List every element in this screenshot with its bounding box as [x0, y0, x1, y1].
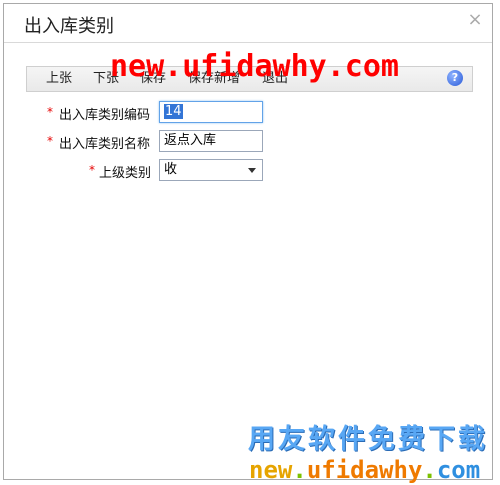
watermark-bottom-url: new.ufidawhy.com — [249, 456, 480, 484]
code-value: 14 — [164, 104, 183, 119]
watermark-url-part3: com — [436, 456, 481, 484]
watermark-url-dot2: . — [422, 456, 437, 484]
dialog-title: 出入库类别 — [24, 16, 114, 37]
name-label: 出入库类别名称 — [59, 137, 151, 152]
prev-button[interactable]: 上张 — [43, 69, 75, 89]
dialog-window: 出入库类别 × 上张 下张 保存 保存新增 退出 ? new.ufidawhy.… — [3, 3, 494, 484]
watermark-url-part1: new — [249, 456, 293, 484]
watermark-url-dot1: . — [292, 456, 307, 484]
close-icon[interactable]: × — [466, 11, 484, 29]
required-mark: * — [47, 134, 53, 148]
code-input[interactable]: 14 — [159, 101, 263, 123]
chevron-down-icon[interactable] — [248, 168, 256, 173]
watermark-url-part2: ufidawhy — [306, 456, 423, 484]
parent-select[interactable]: 收 — [159, 159, 263, 181]
parent-value: 收 — [164, 162, 178, 177]
watermark-top-url: new.ufidawhy.com — [110, 49, 399, 84]
watermark-bottom-cn: 用友软件免费下载 — [248, 424, 488, 455]
name-row: * 出入库类别名称 返点入库 — [4, 129, 494, 155]
parent-label: 上级类别 — [99, 166, 152, 181]
title-divider — [4, 42, 492, 43]
required-mark: * — [47, 105, 53, 119]
code-label: 出入库类别编码 — [59, 108, 151, 123]
required-mark: * — [89, 163, 95, 177]
code-row: * 出入库类别编码 14 — [4, 100, 494, 126]
help-icon[interactable]: ? — [447, 70, 463, 86]
name-input[interactable]: 返点入库 — [159, 130, 263, 152]
parent-row: * 上级类别 收 — [4, 158, 494, 184]
